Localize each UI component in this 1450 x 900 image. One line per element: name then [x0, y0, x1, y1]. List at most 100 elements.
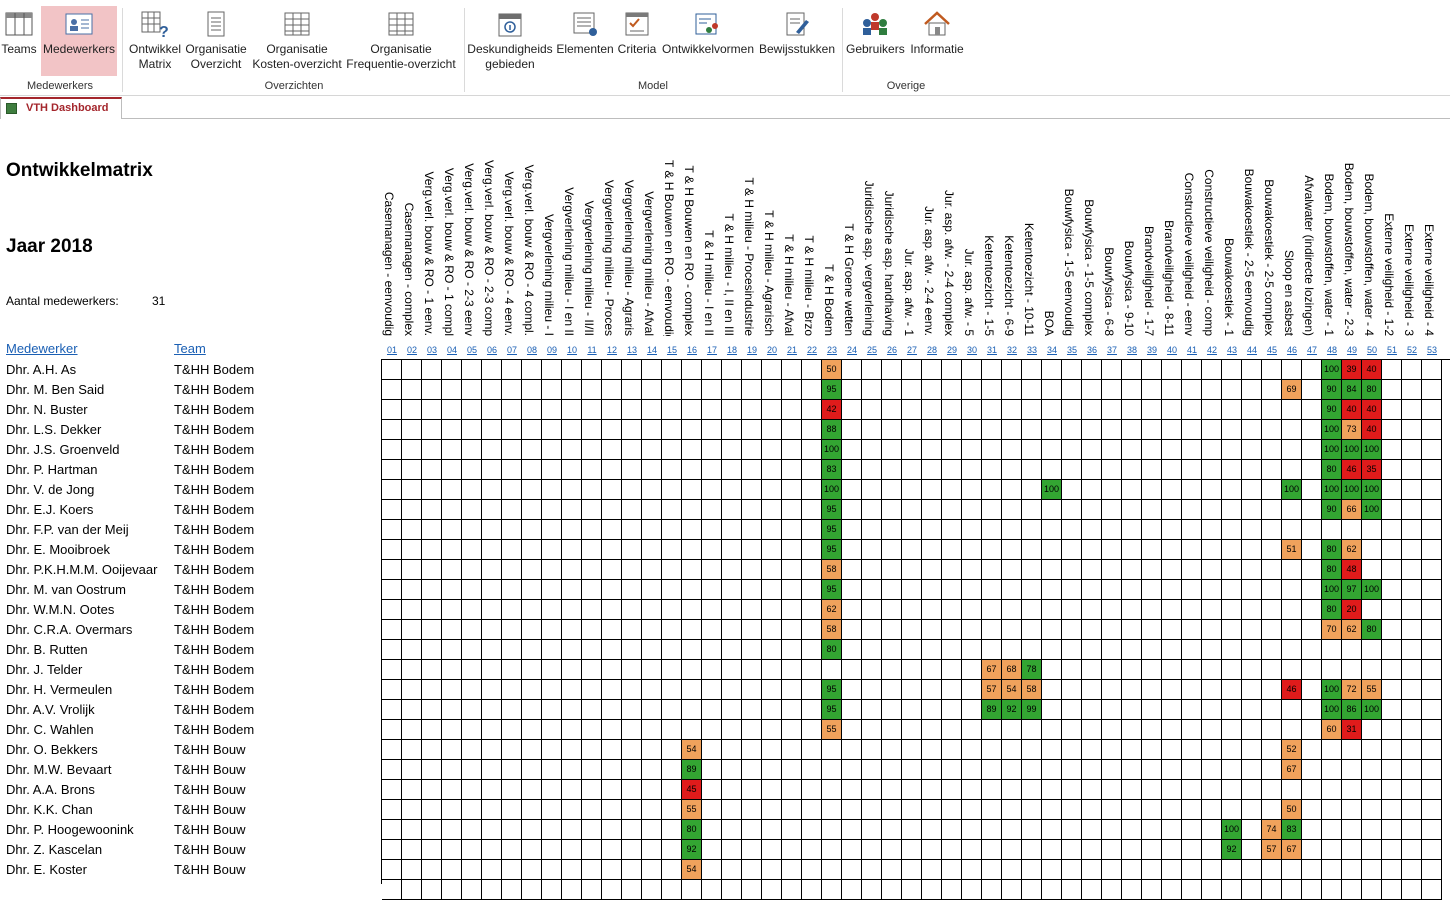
- matrix-cell[interactable]: [1302, 400, 1322, 420]
- tab-vth-dashboard[interactable]: VTH Dashboard: [0, 97, 122, 119]
- matrix-cell[interactable]: [1282, 520, 1302, 540]
- matrix-cell[interactable]: [1222, 620, 1242, 640]
- matrix-cell[interactable]: 100: [1282, 480, 1302, 500]
- matrix-cell[interactable]: [902, 520, 922, 540]
- matrix-cell[interactable]: [1382, 440, 1402, 460]
- employee-name[interactable]: Dhr. E. Koster: [6, 860, 87, 880]
- matrix-cell[interactable]: [1422, 460, 1442, 480]
- column-number[interactable]: 33: [1022, 343, 1042, 357]
- matrix-cell[interactable]: [662, 440, 682, 460]
- matrix-cell[interactable]: [1402, 780, 1422, 800]
- matrix-cell[interactable]: [382, 780, 402, 800]
- matrix-cell[interactable]: [782, 600, 802, 620]
- matrix-cell[interactable]: [922, 720, 942, 740]
- matrix-cell[interactable]: [382, 820, 402, 840]
- matrix-cell[interactable]: [622, 640, 642, 660]
- matrix-cell[interactable]: [382, 540, 402, 560]
- matrix-cell[interactable]: [742, 640, 762, 660]
- matrix-cell[interactable]: [842, 500, 862, 520]
- matrix-cell[interactable]: [1062, 480, 1082, 500]
- matrix-cell[interactable]: 31: [1342, 720, 1362, 740]
- matrix-cell[interactable]: [742, 700, 762, 720]
- matrix-cell[interactable]: [1182, 540, 1202, 560]
- matrix-cell[interactable]: [782, 540, 802, 560]
- matrix-cell[interactable]: [902, 460, 922, 480]
- column-number[interactable]: 25: [862, 343, 882, 357]
- matrix-cell[interactable]: [1042, 420, 1062, 440]
- matrix-cell[interactable]: [502, 520, 522, 540]
- matrix-cell[interactable]: [1202, 640, 1222, 660]
- matrix-cell[interactable]: [762, 800, 782, 820]
- matrix-cell[interactable]: [1182, 480, 1202, 500]
- matrix-cell[interactable]: [1202, 480, 1222, 500]
- matrix-cell[interactable]: [902, 480, 922, 500]
- matrix-cell[interactable]: [1062, 360, 1082, 380]
- matrix-cell[interactable]: [762, 840, 782, 860]
- matrix-cell[interactable]: [1342, 800, 1362, 820]
- matrix-cell[interactable]: [562, 800, 582, 820]
- matrix-cell[interactable]: [682, 460, 702, 480]
- matrix-cell[interactable]: [982, 440, 1002, 460]
- column-number[interactable]: 12: [602, 343, 622, 357]
- matrix-cell[interactable]: [1222, 520, 1242, 540]
- matrix-cell[interactable]: [422, 580, 442, 600]
- matrix-cell[interactable]: [1142, 380, 1162, 400]
- matrix-cell[interactable]: [862, 380, 882, 400]
- matrix-cell[interactable]: [1422, 700, 1442, 720]
- matrix-cell[interactable]: [562, 520, 582, 540]
- matrix-cell[interactable]: [462, 600, 482, 620]
- matrix-cell[interactable]: 100: [1362, 580, 1382, 600]
- matrix-cell[interactable]: [1162, 700, 1182, 720]
- matrix-cell[interactable]: [1102, 520, 1122, 540]
- column-number[interactable]: 29: [942, 343, 962, 357]
- matrix-cell[interactable]: [402, 400, 422, 420]
- matrix-cell[interactable]: [1162, 740, 1182, 760]
- matrix-cell[interactable]: [1402, 500, 1422, 520]
- matrix-cell[interactable]: 95: [822, 700, 842, 720]
- matrix-cell[interactable]: [1362, 760, 1382, 780]
- matrix-cell[interactable]: [602, 740, 622, 760]
- matrix-cell[interactable]: [942, 600, 962, 620]
- matrix-cell[interactable]: [442, 400, 462, 420]
- matrix-cell[interactable]: [1102, 480, 1122, 500]
- matrix-cell[interactable]: [402, 740, 422, 760]
- matrix-cell[interactable]: [882, 460, 902, 480]
- matrix-cell[interactable]: [1242, 380, 1262, 400]
- column-number[interactable]: 37: [1102, 343, 1122, 357]
- matrix-cell[interactable]: [422, 400, 442, 420]
- matrix-cell[interactable]: [1102, 740, 1122, 760]
- matrix-cell[interactable]: [762, 700, 782, 720]
- ribbon-button-deskundigheid[interactable]: Deskundigheids gebieden: [466, 6, 554, 76]
- matrix-cell[interactable]: [1022, 580, 1042, 600]
- matrix-cell[interactable]: [522, 640, 542, 660]
- matrix-cell[interactable]: [562, 580, 582, 600]
- matrix-cell[interactable]: [1202, 380, 1222, 400]
- matrix-cell[interactable]: [882, 420, 902, 440]
- matrix-cell[interactable]: [782, 420, 802, 440]
- matrix-cell[interactable]: [602, 500, 622, 520]
- matrix-cell[interactable]: [1262, 660, 1282, 680]
- matrix-cell[interactable]: [1262, 800, 1282, 820]
- matrix-cell[interactable]: [742, 600, 762, 620]
- matrix-cell[interactable]: [942, 520, 962, 540]
- column-number[interactable]: 10: [562, 343, 582, 357]
- matrix-cell[interactable]: [1122, 740, 1142, 760]
- matrix-cell[interactable]: [702, 860, 722, 880]
- matrix-cell[interactable]: [662, 460, 682, 480]
- ribbon-button-gebruikers[interactable]: Gebruikers: [846, 6, 905, 76]
- matrix-cell[interactable]: [1202, 600, 1222, 620]
- matrix-cell[interactable]: [402, 860, 422, 880]
- matrix-cell[interactable]: [422, 840, 442, 860]
- matrix-cell[interactable]: [542, 560, 562, 580]
- matrix-cell[interactable]: [442, 780, 462, 800]
- matrix-cell[interactable]: [1362, 660, 1382, 680]
- matrix-cell[interactable]: [742, 500, 762, 520]
- matrix-cell[interactable]: [1222, 360, 1242, 380]
- matrix-cell[interactable]: [1182, 680, 1202, 700]
- matrix-cell[interactable]: [1422, 680, 1442, 700]
- matrix-cell[interactable]: [442, 880, 462, 900]
- matrix-cell[interactable]: [1342, 840, 1362, 860]
- matrix-cell[interactable]: [1262, 580, 1282, 600]
- matrix-cell[interactable]: [582, 800, 602, 820]
- matrix-cell[interactable]: [862, 440, 882, 460]
